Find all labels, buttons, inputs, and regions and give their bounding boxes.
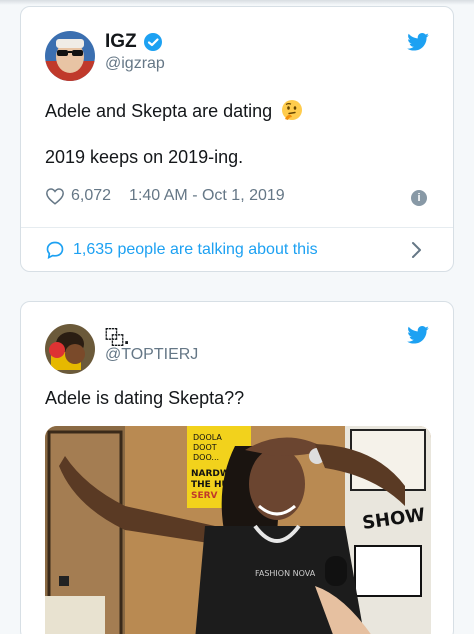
tweet-text-second-line: 2019 keeps on 2019-ing. [45,147,244,167]
tweet-text: Adele and Skepta are dating [45,101,273,121]
svg-text:DOO...: DOO... [193,453,219,462]
tweet-meta: 6,072 1:40 AM - Oct 1, 2019 [45,187,285,205]
conversation-label[interactable]: 1,635 people are talking about this [73,241,318,259]
display-name[interactable]: IGZ [105,31,163,53]
display-name-text[interactable]: IGZ [105,31,137,53]
info-icon[interactable]: i [411,190,427,206]
verified-badge-icon [143,33,162,51]
user-handle[interactable]: @TOPTIERJ [105,346,198,364]
tweet-text: Adele is dating Skepta?? [45,388,245,408]
svg-text:SERV: SERV [191,491,218,501]
tweet-timestamp[interactable]: 1:40 AM - Oct 1, 2019 [129,187,285,205]
thinking-face-icon [282,100,303,120]
avatar[interactable] [45,324,95,374]
user-handle[interactable]: @igzrap [105,55,165,73]
like-count[interactable]: 6,072 [71,187,111,205]
svg-text:DOOLA: DOOLA [193,433,222,442]
divider [21,227,453,228]
heart-icon[interactable] [45,187,65,205]
avatar[interactable] [45,31,95,81]
tweet-card[interactable]: ⿻. @TOPTIERJ Adele is dating Skepta?? DO… [20,301,454,634]
svg-text:FASHION NOVA: FASHION NOVA [255,569,316,578]
speech-bubble-icon [46,241,64,259]
twitter-bird-icon[interactable] [407,33,429,51]
chevron-right-icon[interactable] [411,241,423,259]
tweet-text-line: Adele and Skepta are dating [45,99,303,122]
photo-illustration: DOOLA DOOT DOO... NARDWU THE HU SERV SHO… [45,426,431,634]
conversation-link[interactable]: 1,635 people are talking about this [45,240,318,260]
top-shadow [0,0,474,5]
tweet-photo[interactable]: DOOLA DOOT DOO... NARDWU THE HU SERV SHO… [45,426,431,634]
svg-text:DOOT: DOOT [193,443,217,452]
twitter-bird-icon[interactable] [407,326,429,344]
tweet-card[interactable]: IGZ @igzrap Adele and Skepta are dating … [20,6,454,272]
